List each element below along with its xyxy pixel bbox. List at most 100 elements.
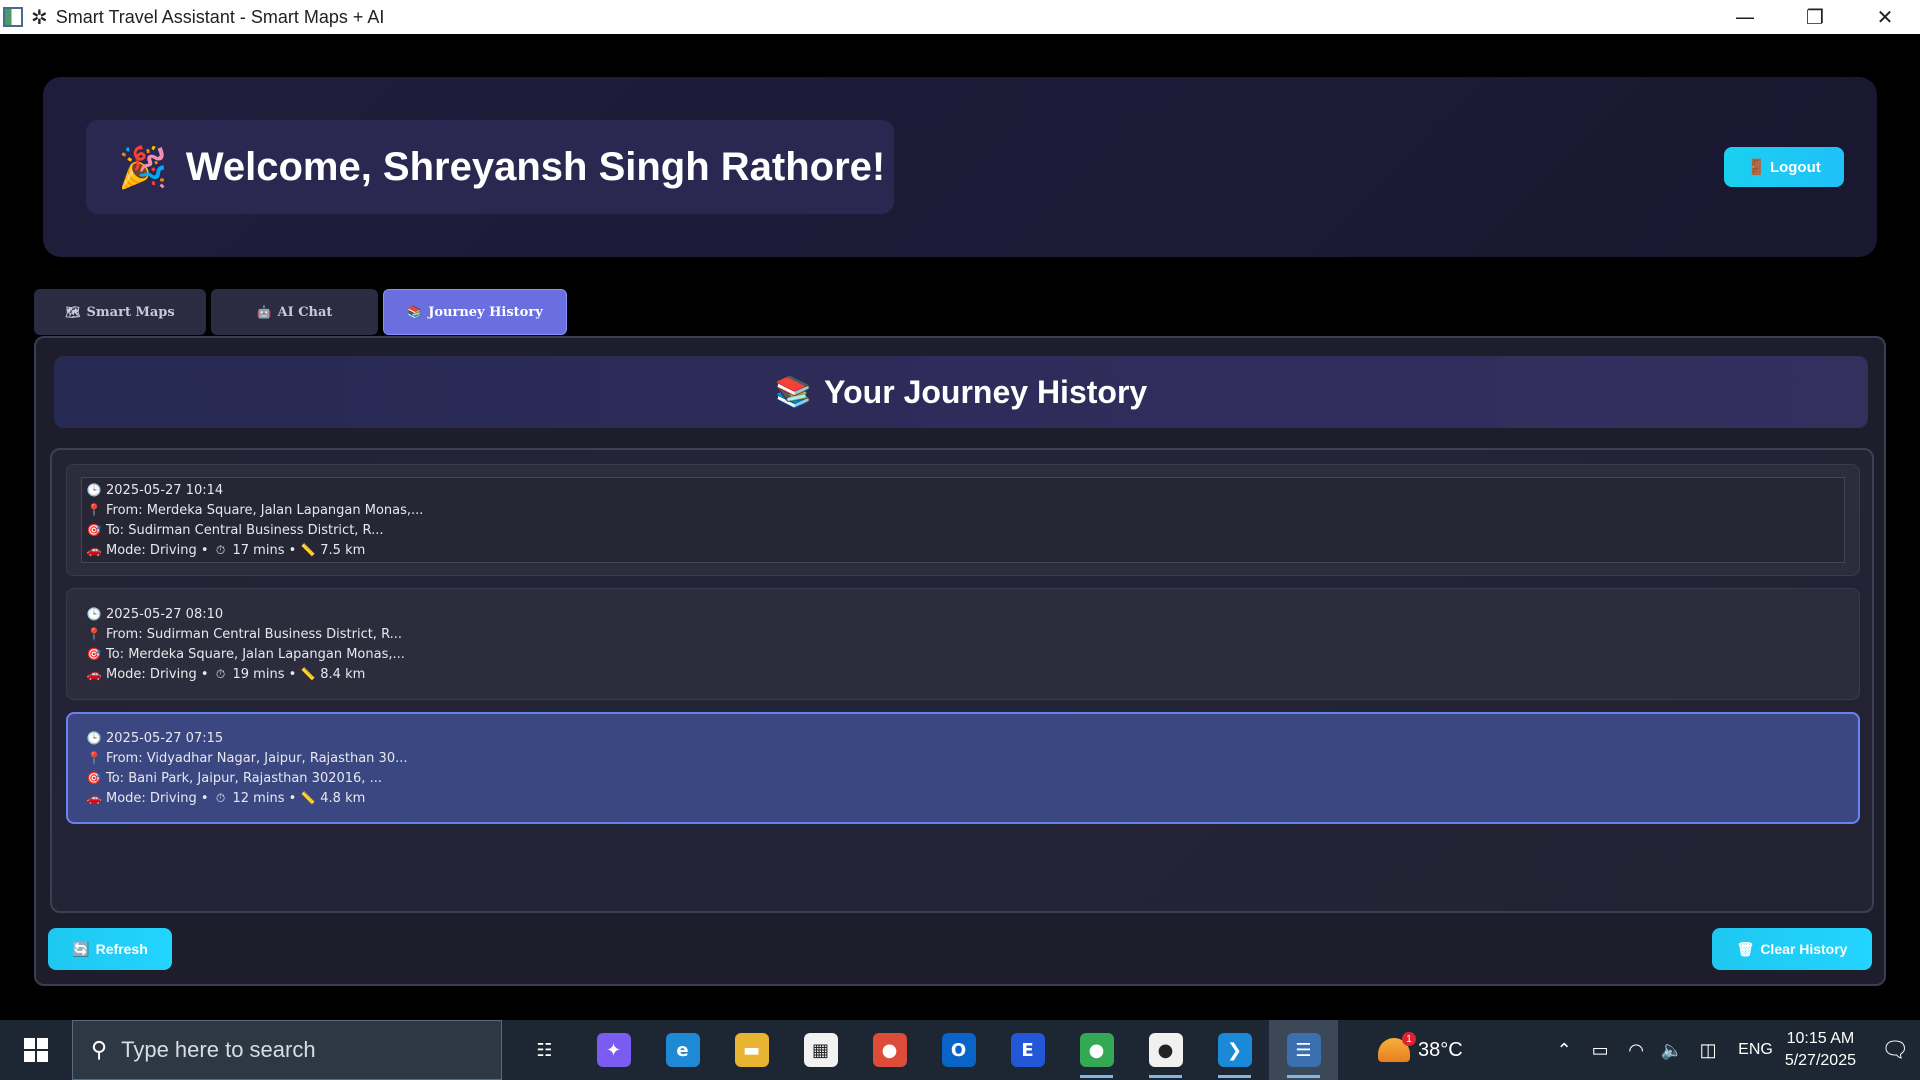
journey-duration: 12 mins • [232, 790, 297, 806]
door-icon: 🚪 [1747, 159, 1766, 176]
taskbar-app-github[interactable]: ● [1131, 1020, 1200, 1080]
car-icon: 🚗 [86, 543, 102, 557]
file-explorer-icon: ▬ [734, 1033, 769, 1067]
weather-badge: 1 [1402, 1032, 1416, 1046]
edge-icon: e [665, 1033, 700, 1067]
tab-label: Journey History [428, 304, 543, 320]
stopwatch-icon: ⏱ [215, 542, 226, 557]
copilot-icon: ✦ [596, 1033, 631, 1067]
language-indicator[interactable]: ENG [1738, 1041, 1773, 1059]
refresh-icon: 🔄 [72, 940, 90, 957]
journey-to: To: Merdeka Square, Jalan Lapangan Monas… [106, 646, 405, 662]
journey-mode: Mode: Driving • [106, 790, 209, 806]
chrome-profile-icon: ● [1079, 1033, 1114, 1067]
journey-list[interactable]: 🕒 2025-05-27 10:14 📍 From: Merdeka Squar… [50, 448, 1874, 913]
journey-from: From: Merdeka Square, Jalan Lapangan Mon… [106, 502, 424, 518]
clock-icon: 🕒 [86, 483, 102, 497]
meet-now-icon[interactable]: ◫ [1690, 1040, 1726, 1061]
books-icon: 📚 [407, 305, 423, 319]
tab-label: AI Chat [277, 304, 333, 320]
start-button[interactable] [0, 1020, 72, 1080]
ruler-icon: 📏 [300, 791, 316, 805]
robot-icon: 🤖 [256, 305, 272, 319]
taskbar-app-python[interactable]: ☰ [1269, 1020, 1338, 1080]
stopwatch-icon: ⏱ [215, 790, 226, 805]
taskbar-search[interactable]: ⚲ Type here to search [72, 1020, 502, 1080]
journey-duration: 19 mins • [232, 666, 297, 682]
target-icon: 🎯 [86, 771, 102, 785]
welcome-banner: 🎉 Welcome, Shreyansh Singh Rathore! [86, 120, 894, 214]
tab-smart-maps[interactable]: 🗺 Smart Maps [34, 289, 206, 335]
task-view-icon: ☷ [527, 1033, 562, 1067]
taskbar-app-vscode[interactable]: ❯ [1200, 1020, 1269, 1080]
journey-card[interactable]: 🕒 2025-05-27 10:14 📍 From: Merdeka Squar… [66, 464, 1860, 576]
wifi-icon[interactable]: ◠ [1618, 1040, 1654, 1061]
window-titlebar: ✲ Smart Travel Assistant - Smart Maps + … [0, 0, 1920, 34]
chrome-icon: ● [872, 1033, 907, 1067]
weather-icon: 1 [1378, 1032, 1416, 1062]
tab-ai-chat[interactable]: 🤖 AI Chat [211, 289, 378, 335]
tab-journey-history[interactable]: 📚 Journey History [383, 289, 567, 335]
python-icon: ☰ [1286, 1033, 1321, 1067]
notification-icon[interactable]: 🗨 [1870, 1037, 1920, 1063]
taskbar-app-chrome[interactable]: ● [855, 1020, 924, 1080]
map-icon: 🗺 [65, 305, 81, 319]
refresh-button[interactable]: 🔄 Refresh [48, 928, 172, 970]
pin-icon: 📍 [86, 751, 102, 765]
target-icon: 🎯 [86, 647, 102, 661]
journey-distance: 8.4 km [320, 666, 366, 682]
welcome-text: Welcome, Shreyansh Singh Rathore! [185, 144, 886, 189]
clock-icon: 🕒 [86, 607, 102, 621]
journey-mode: Mode: Driving • [106, 666, 209, 682]
taskbar-app-edge[interactable]: e [648, 1020, 717, 1080]
chevron-up-icon[interactable]: ⌃ [1546, 1040, 1582, 1061]
taskbar-app-microsoft-store[interactable]: ▦ [786, 1020, 855, 1080]
taskbar-app-chrome-profile[interactable]: ● [1062, 1020, 1131, 1080]
journey-card[interactable]: 🕒 2025-05-27 08:10 📍 From: Sudirman Cent… [66, 588, 1860, 700]
journey-distance: 4.8 km [320, 790, 366, 806]
app-window-icon [3, 7, 23, 27]
taskbar-app-task-view[interactable]: ☷ [510, 1020, 579, 1080]
party-popper-icon: 🎉 [118, 144, 168, 191]
clock[interactable]: 10:15 AM 5/27/2025 [1785, 1028, 1856, 1072]
search-placeholder: Type here to search [121, 1037, 316, 1062]
journey-from: From: Sudirman Central Business District… [106, 626, 403, 642]
taskbar-apps: ☷ ✦ e ▬ ▦ ● O E ● ● ❯ ☰ [510, 1020, 1338, 1080]
ruler-icon: 📏 [300, 543, 316, 557]
windows-logo-icon [24, 1038, 48, 1062]
restore-button[interactable]: ❐ [1780, 0, 1850, 34]
trash-icon: 🗑 [1736, 940, 1755, 957]
tab-label: Smart Maps [86, 304, 175, 320]
clear-history-button[interactable]: 🗑 Clear History [1712, 928, 1872, 970]
journey-timestamp: 2025-05-27 07:15 [106, 730, 224, 746]
battery-icon[interactable]: ▭ [1582, 1040, 1618, 1061]
tab-bar: 🗺 Smart Maps 🤖 AI Chat 📚 Journey History [34, 289, 567, 335]
books-icon: 📚 [774, 374, 813, 410]
header: 🎉 Welcome, Shreyansh Singh Rathore! 🚪 Lo… [43, 77, 1877, 257]
temperature: 38°C [1418, 1038, 1463, 1061]
clock-time: 10:15 AM [1786, 1030, 1855, 1047]
app-e-icon: E [1010, 1033, 1045, 1067]
taskbar-app-outlook[interactable]: O [924, 1020, 993, 1080]
taskbar-app-app-e[interactable]: E [993, 1020, 1062, 1080]
target-icon: 🎯 [86, 523, 102, 537]
minimize-button[interactable]: — [1710, 0, 1780, 34]
pin-icon: 📍 [86, 627, 102, 641]
journey-timestamp: 2025-05-27 08:10 [106, 606, 224, 622]
volume-icon[interactable]: 🔈 [1654, 1040, 1690, 1061]
weather-widget[interactable]: 1 38°C [1378, 1032, 1463, 1062]
search-icon: ⚲ [91, 1037, 108, 1063]
journey-duration: 17 mins • [232, 542, 297, 558]
refresh-label: Refresh [95, 941, 148, 957]
taskbar-app-file-explorer[interactable]: ▬ [717, 1020, 786, 1080]
system-tray: ⌃ ▭ ◠ 🔈 ◫ ENG 10:15 AM 5/27/2025 🗨 [1546, 1020, 1920, 1080]
stopwatch-icon: ⏱ [215, 666, 226, 681]
window-title: Smart Travel Assistant - Smart Maps + AI [55, 6, 385, 27]
taskbar: ⚲ Type here to search ☷ ✦ e ▬ ▦ ● O E ● ● ❯ ☰ 1 38°… [0, 1020, 1920, 1080]
close-button[interactable]: ✕ [1850, 0, 1920, 34]
logout-button[interactable]: 🚪 Logout [1724, 147, 1844, 187]
car-icon: 🚗 [86, 791, 102, 805]
github-icon: ● [1148, 1033, 1183, 1067]
taskbar-app-copilot[interactable]: ✦ [579, 1020, 648, 1080]
journey-card-selected[interactable]: 🕒 2025-05-27 07:15 📍 From: Vidyadhar Nag… [66, 712, 1860, 824]
